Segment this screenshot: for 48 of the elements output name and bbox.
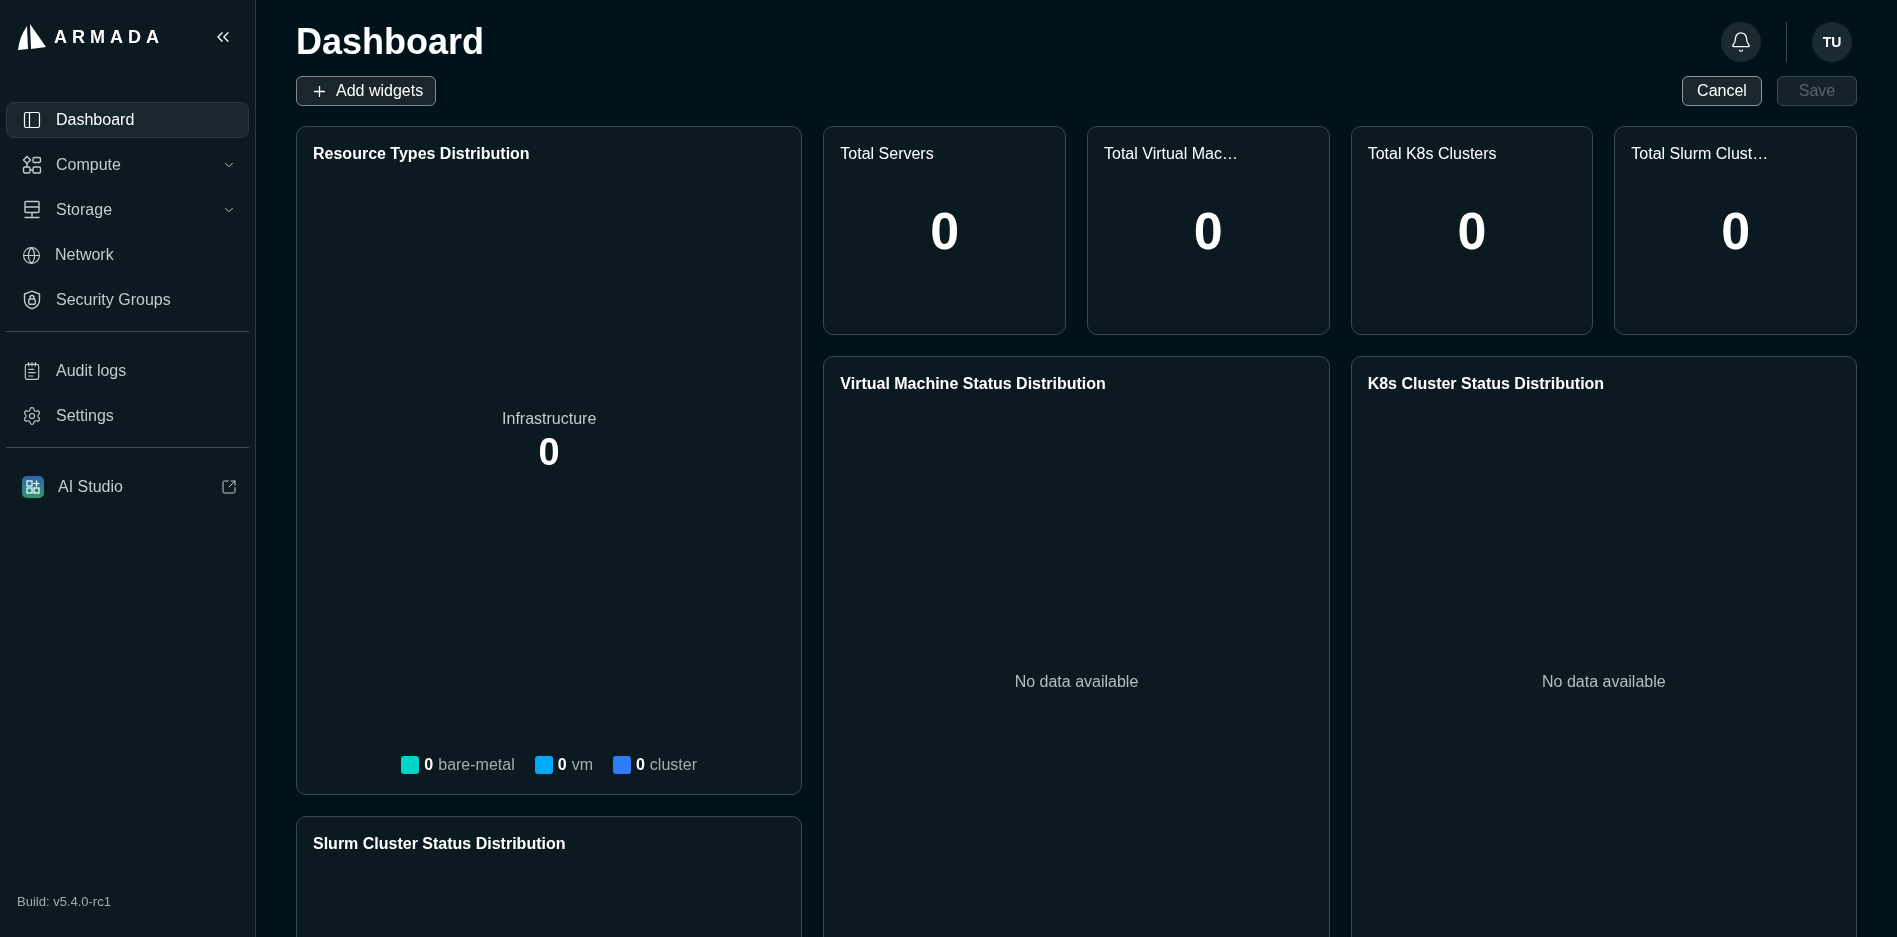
page-title: Dashboard [296, 20, 485, 64]
action-button[interactable]: Cancel [1682, 76, 1762, 106]
legend-label: vm [571, 755, 593, 775]
globe-icon [22, 245, 41, 265]
legend-count: 0 [424, 755, 434, 775]
card-title: Resource Types Distribution [313, 144, 531, 164]
chart-center-label: Infrastructure [502, 408, 597, 429]
nodes-icon [22, 155, 42, 175]
legend-label: bare-metal [438, 755, 515, 775]
stat-title: Total Slurm Clust… [1631, 144, 1770, 164]
app-tile-icon [22, 476, 44, 498]
card-title: Slurm Cluster Status Distribution [313, 834, 567, 854]
server-icon [22, 200, 42, 220]
sidebar-item[interactable]: AI Studio [6, 469, 249, 505]
external-link-icon [221, 479, 237, 495]
sidebar-item[interactable]: Network [6, 237, 249, 273]
empty-state-text: No data available [1014, 671, 1139, 692]
shield-lock-icon [22, 290, 42, 310]
stat-value: 0 [1721, 201, 1751, 261]
sidebar-panel-icon [22, 110, 42, 130]
add-widgets-button[interactable]: Add widgets [296, 76, 437, 106]
card-title: Virtual Machine Status Distribution [840, 374, 1107, 394]
stat-title: Total Virtual Mac… [1104, 144, 1239, 164]
sidebar-item[interactable]: Settings [6, 398, 249, 434]
settings-icon [22, 406, 42, 426]
stat-value: 0 [1193, 201, 1223, 261]
sidebar-item[interactable]: Storage [6, 192, 249, 228]
notepad-icon [22, 361, 42, 381]
chart-center-value: 0 [538, 429, 560, 475]
empty-state-text: No data available [1542, 671, 1666, 692]
sidebar-item[interactable]: Audit logs [6, 353, 249, 389]
sidebar-item[interactable]: Compute [6, 147, 249, 183]
build-version: Build: v5.4.0-rc1 [17, 894, 111, 909]
card-title: K8s Cluster Status Distribution [1367, 374, 1606, 394]
sail-logo-icon [17, 23, 47, 51]
sidebar-item[interactable]: Security Groups [6, 282, 249, 318]
legend-label: cluster [649, 755, 697, 775]
stat-value: 0 [1457, 201, 1487, 261]
notifications-button[interactable] [1721, 22, 1761, 62]
bell-icon [1730, 31, 1752, 53]
sidebar-item[interactable]: Dashboard [6, 102, 249, 138]
legend-count: 0 [635, 755, 645, 775]
logo-text: ARMADA [54, 25, 164, 49]
stat-value: 0 [930, 201, 960, 261]
legend-count: 0 [557, 755, 567, 775]
stat-title: Total Servers [840, 144, 935, 164]
stat-title: Total K8s Clusters [1367, 144, 1498, 164]
user-avatar[interactable]: TU [1812, 22, 1852, 62]
